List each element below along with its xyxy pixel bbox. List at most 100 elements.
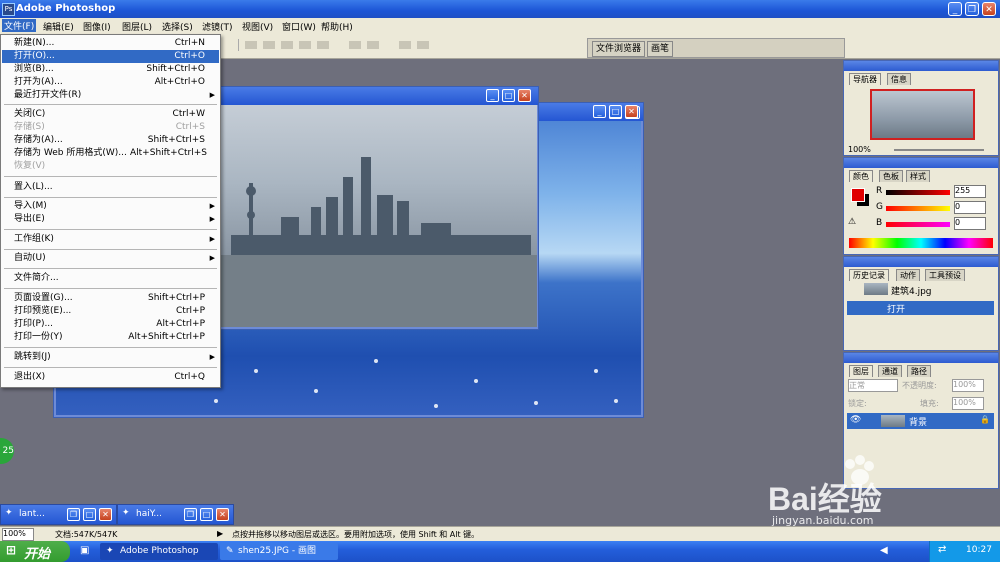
status-bar: 100% 文档:547K/547K ▶ 点按并拖移以移动图层或选区。要用附加选项… — [0, 526, 1000, 542]
menu-workgroup[interactable]: 工作组(K) ▶ — [2, 233, 219, 246]
tab-channels[interactable]: 通道 — [878, 365, 902, 377]
separator — [4, 229, 217, 230]
city-minimize-button[interactable]: _ — [486, 89, 499, 102]
tab-tool-presets[interactable]: 工具预设 — [925, 269, 965, 281]
close-button[interactable]: ✕ — [982, 2, 996, 16]
zoom-slider[interactable] — [894, 149, 984, 151]
menu-import[interactable]: 导入(M) ▶ — [2, 200, 219, 213]
menu-export[interactable]: 导出(E) ▶ — [2, 213, 219, 226]
submenu-arrow-icon: ▶ — [209, 202, 215, 210]
tab-styles[interactable]: 样式 — [906, 170, 930, 182]
menu-browse[interactable]: 浏览(B)... Shift+Ctrl+O — [2, 63, 219, 76]
menu-file[interactable]: 文件(F) — [2, 19, 37, 32]
minimized-window-2[interactable]: ✦ haiY... ❐ □ ✕ — [117, 504, 234, 525]
badge-label: 25 — [2, 446, 14, 456]
menu-view[interactable]: 视图(V) — [242, 20, 273, 33]
opacity-input[interactable]: 100% — [952, 379, 984, 392]
menu-automate[interactable]: 自动(U) ▶ — [2, 252, 219, 265]
menu-jump-to[interactable]: 跳转到(J) ▶ — [2, 351, 219, 364]
menu-filter[interactable]: 滤镜(T) — [202, 20, 233, 33]
minimized-window-1[interactable]: ✦ lant... ❐ □ ✕ — [0, 504, 117, 525]
mini2-maximize-button[interactable]: □ — [200, 508, 213, 521]
r-slider[interactable] — [886, 190, 950, 195]
tab-swatches[interactable]: 色板 — [879, 170, 903, 182]
align-buttons[interactable] — [238, 39, 429, 51]
menu-recent[interactable]: 最近打开文件(R) ▶ — [2, 89, 219, 102]
mini1-maximize-button[interactable]: □ — [83, 508, 96, 521]
eye-icon[interactable]: 👁 — [850, 415, 861, 425]
city-close-button[interactable]: ✕ — [518, 89, 531, 102]
menu-edit[interactable]: 编辑(E) — [43, 20, 74, 33]
history-step-open[interactable]: 打开 — [847, 301, 994, 315]
tab-info[interactable]: 信息 — [887, 73, 911, 85]
submenu-arrow-icon: ▶ — [209, 235, 215, 243]
tab-navigator[interactable]: 导航器 — [849, 73, 881, 85]
menu-help[interactable]: 帮助(H) — [321, 20, 353, 33]
sea-minimize-button[interactable]: _ — [593, 105, 606, 118]
menu-print[interactable]: 打印(P)... Alt+Ctrl+P — [2, 318, 219, 331]
b-slider[interactable] — [886, 222, 950, 227]
palette-well-brushes[interactable]: 画笔 — [647, 41, 674, 57]
foreground-color-swatch[interactable] — [851, 188, 865, 202]
start-label: 开始 — [24, 547, 51, 562]
sea-close-button[interactable]: ✕ — [625, 105, 638, 118]
baidu-watermark: Bai经验 jingyan.baidu.com — [768, 455, 958, 528]
menu-open[interactable]: 打开(O)... Ctrl+O — [2, 50, 219, 63]
color-ramp[interactable] — [849, 238, 993, 248]
menu-select[interactable]: 选择(S) — [162, 20, 193, 33]
snapshot-name[interactable]: 建筑4.jpg — [891, 284, 932, 297]
menu-save-as[interactable]: 存储为(A)... Shift+Ctrl+S — [2, 134, 219, 147]
menu-place[interactable]: 置入(L)... — [2, 181, 219, 194]
lock-icon: 🔒 — [980, 415, 990, 424]
blend-mode-select[interactable]: 正常 — [848, 379, 898, 392]
menu-page-setup[interactable]: 页面设置(G)... Shift+Ctrl+P — [2, 292, 219, 305]
city-canvas[interactable] — [221, 105, 537, 327]
task-photoshop[interactable]: ✦ Adobe Photoshop — [100, 543, 218, 560]
network-icon[interactable]: ⇄ — [938, 544, 946, 555]
menu-save-for-web[interactable]: 存储为 Web 所用格式(W)... Alt+Shift+Ctrl+S — [2, 147, 219, 160]
mini2-close-button[interactable]: ✕ — [216, 508, 229, 521]
g-slider[interactable] — [886, 206, 950, 211]
palette-well-file-browser[interactable]: 文件浏览器 — [592, 41, 646, 57]
status-zoom[interactable]: 100% — [2, 528, 34, 541]
menu-window[interactable]: 窗口(W) — [282, 20, 316, 33]
menu-print-preview[interactable]: 打印预览(E)... Ctrl+P — [2, 305, 219, 318]
document-window-city[interactable] — [219, 86, 539, 330]
quicklaunch-icon[interactable]: ▣ — [80, 545, 89, 556]
r-value[interactable]: 255 — [954, 185, 986, 198]
menu-close[interactable]: 关闭(C) Ctrl+W — [2, 108, 219, 121]
b-value[interactable]: 0 — [954, 217, 986, 230]
tray-expand-icon[interactable]: ◀ — [880, 545, 888, 556]
restore-button[interactable]: ❐ — [965, 2, 979, 16]
start-button[interactable]: ⊞ 开始 — [0, 541, 70, 562]
tab-layers[interactable]: 图层 — [849, 365, 873, 377]
palette-title-bar — [844, 257, 998, 267]
menu-open-as[interactable]: 打开为(A)... Alt+Ctrl+O — [2, 76, 219, 89]
menu-layer[interactable]: 图层(L) — [122, 20, 152, 33]
menu-new[interactable]: 新建(N)... Ctrl+N — [2, 37, 219, 50]
lock-label: 锁定: — [848, 399, 867, 408]
navigator-thumbnail[interactable] — [870, 89, 975, 140]
g-value[interactable]: 0 — [954, 201, 986, 214]
minimized-title-2: haiY... — [136, 509, 162, 519]
mini1-close-button[interactable]: ✕ — [99, 508, 112, 521]
fill-input[interactable]: 100% — [952, 397, 984, 410]
menu-bar: 文件(F) 编辑(E) 图像(I) 图层(L) 选择(S) 滤镜(T) 视图(V… — [0, 18, 1000, 35]
task-paint[interactable]: ✎ shen25.JPG - 画图 — [220, 543, 338, 560]
minimize-button[interactable]: _ — [948, 2, 962, 16]
mini1-restore-button[interactable]: ❐ — [67, 508, 80, 521]
snapshot-thumbnail[interactable] — [864, 283, 888, 295]
layer-background[interactable]: 👁 背景 🔒 — [847, 413, 994, 429]
menu-print-one-copy[interactable]: 打印一份(Y) Alt+Shift+Ctrl+P — [2, 331, 219, 344]
tab-paths[interactable]: 路径 — [907, 365, 931, 377]
menu-exit[interactable]: 退出(X) Ctrl+Q — [2, 371, 219, 384]
menu-image[interactable]: 图像(I) — [83, 20, 111, 33]
mini2-restore-button[interactable]: ❐ — [184, 508, 197, 521]
sea-maximize-button[interactable]: □ — [609, 105, 622, 118]
city-maximize-button[interactable]: □ — [502, 89, 515, 102]
tab-history[interactable]: 历史记录 — [849, 269, 889, 281]
tab-color[interactable]: 颜色 — [849, 170, 873, 182]
file-menu: 新建(N)... Ctrl+N 打开(O)... Ctrl+O 浏览(B)... Sh… — [0, 34, 221, 388]
menu-file-info[interactable]: 文件简介... — [2, 272, 219, 285]
tab-actions[interactable]: 动作 — [896, 269, 920, 281]
